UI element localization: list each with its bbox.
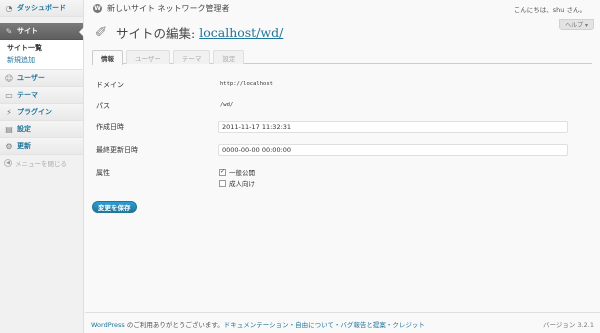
tab-info[interactable]: 情報: [92, 50, 123, 65]
sites-submenu: サイト一覧 新規追加: [0, 40, 83, 70]
registered-input[interactable]: 2011-11-17 11:32:31: [218, 121, 568, 133]
menu-plugins[interactable]: ⚡ プラグイン: [0, 104, 83, 121]
dashboard-icon: ◔: [5, 3, 13, 13]
menu-settings-label: 設定: [17, 125, 31, 133]
save-changes-button[interactable]: 変更を保存: [92, 201, 137, 213]
menu-users-label: ユーザー: [17, 74, 45, 82]
last-updated-input[interactable]: 0000-00-00 00:00:00: [218, 144, 568, 156]
submenu-all-sites[interactable]: サイト一覧: [0, 42, 83, 54]
last-updated-label: 最終更新日時: [96, 146, 138, 154]
mature-label: 成人向け: [229, 180, 255, 188]
page-title: サイトの編集:: [116, 25, 196, 41]
sites-edit-icon: ✐: [94, 23, 108, 41]
menu-dashboard[interactable]: ◔ ダッシュボード: [0, 0, 83, 17]
menu-themes-label: テーマ: [17, 91, 38, 99]
public-checkbox[interactable]: ✓: [219, 168, 226, 176]
howdy-greeting[interactable]: こんにちは、shu さん。: [514, 4, 586, 14]
plugins-icon: ⚡: [6, 107, 12, 117]
collapse-menu-label: メニューを閉じる: [15, 160, 67, 168]
path-value: /wd/: [220, 102, 234, 108]
menu-themes[interactable]: ▭ テーマ: [0, 87, 83, 104]
footer: WordPress のご利用ありがとうございます。ドキュメンテーション・自由につ…: [85, 312, 600, 333]
footer-thanks: のご利用ありがとうございます。: [124, 321, 224, 329]
menu-dashboard-label: ダッシュボード: [17, 4, 66, 12]
tab-themes[interactable]: テーマ: [172, 50, 211, 64]
site-heading[interactable]: 新しいサイト ネットワーク管理者: [107, 3, 230, 14]
wordpress-link[interactable]: WordPress: [91, 321, 125, 329]
mature-checkbox[interactable]: [219, 179, 226, 187]
attr-mature-row[interactable]: 成人向け: [219, 178, 255, 188]
sites-icon: ✎: [5, 26, 13, 36]
footer-credits: WordPress のご利用ありがとうございます。ドキュメンテーション・自由につ…: [91, 319, 425, 329]
domain-label: ドメイン: [96, 81, 124, 89]
tab-settings[interactable]: 設定: [213, 50, 245, 64]
users-icon: ☺: [4, 73, 14, 83]
menu-sites-label: サイト: [17, 27, 38, 35]
themes-icon: ▭: [5, 90, 13, 100]
tab-users[interactable]: ユーザー: [126, 50, 170, 64]
domain-value: http://localhost: [220, 81, 273, 87]
menu-settings[interactable]: ▤ 設定: [0, 121, 83, 138]
settings-icon: ▤: [5, 124, 13, 134]
wordpress-logo-icon: W: [93, 4, 102, 13]
public-label: 一般公開: [229, 169, 255, 177]
collapse-menu[interactable]: ◀ メニューを閉じる: [0, 155, 83, 171]
footer-version: バージョン 3.2.1: [543, 321, 594, 329]
attributes-label: 属性: [96, 169, 110, 177]
admin-menu: ◔ ダッシュボード ✎ サイト サイト一覧 新規追加 ☺ ユーザー ▭ テーマ …: [0, 0, 84, 333]
menu-users[interactable]: ☺ ユーザー: [0, 70, 83, 87]
title-row: ✐ サイトの編集: localhost/wd/: [91, 22, 284, 42]
submenu-add-new[interactable]: 新規追加: [0, 54, 83, 66]
attr-public-row[interactable]: ✓ 一般公開: [219, 167, 255, 177]
updates-icon: ⚙: [5, 141, 13, 151]
site-url-link[interactable]: localhost/wd/: [199, 25, 283, 40]
nav-tabs: 情報 ユーザー テーマ 設定: [92, 50, 592, 65]
menu-plugins-label: プラグイン: [17, 108, 52, 116]
menu-updates[interactable]: ⚙ 更新: [0, 138, 83, 155]
help-button[interactable]: ヘルプ ▾: [559, 19, 594, 30]
path-label: パス: [96, 102, 110, 110]
footer-links[interactable]: ドキュメンテーション・自由について・バグ報告と提案・クレジット: [224, 321, 425, 329]
menu-updates-label: 更新: [17, 142, 31, 150]
collapse-icon: ◀: [4, 159, 12, 167]
registered-label: 作成日時: [96, 123, 124, 131]
menu-sites[interactable]: ✎ サイト: [0, 23, 84, 40]
